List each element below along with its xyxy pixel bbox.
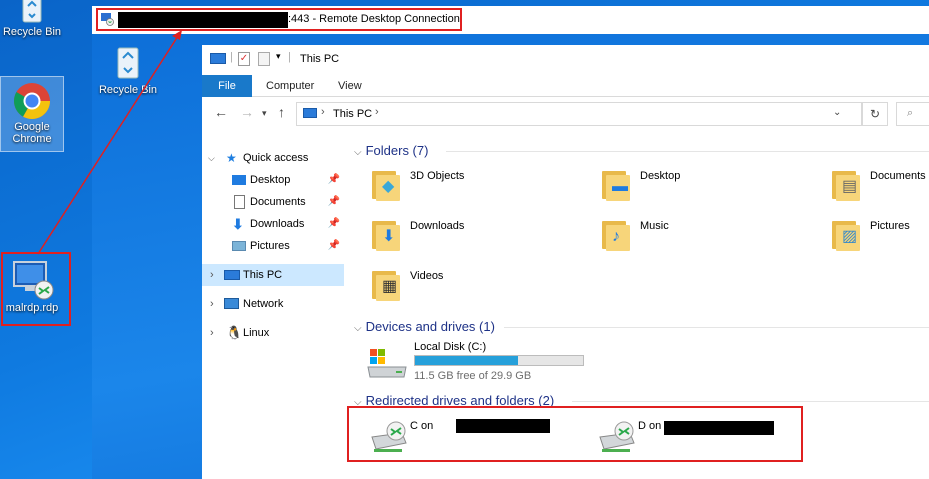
- nav-desktop-label: Desktop: [250, 174, 291, 186]
- address-dropdown-icon[interactable]: ⌄: [833, 107, 841, 118]
- nav-pictures[interactable]: Pictures 📌: [202, 235, 344, 257]
- back-arrow-icon[interactable]: ←: [214, 104, 228, 120]
- annotation-box-redirected: [347, 406, 803, 462]
- new-folder-icon[interactable]: [258, 52, 270, 66]
- nav-this-pc[interactable]: › This PC: [202, 264, 344, 286]
- downloads-folder-icon: ⬇: [370, 217, 404, 251]
- nav-documents-label: Documents: [250, 196, 306, 208]
- drive-usage-fill: [415, 356, 519, 365]
- quick-access-toolbar: | ✓ ▾ | This PC: [202, 45, 929, 73]
- pictures-icon: [232, 241, 246, 251]
- forward-arrow-icon[interactable]: →: [240, 104, 254, 120]
- nav-quick-access[interactable]: ⌵ ★ Quick access: [202, 147, 344, 169]
- chevron-right-icon[interactable]: ›: [210, 264, 214, 286]
- drive-local-c[interactable]: Local Disk (C:) 11.5 GB free of 29.9 GB: [366, 341, 606, 383]
- documents-icon: [234, 195, 245, 209]
- folder-label: Pictures: [870, 220, 910, 232]
- up-arrow-icon[interactable]: ↑: [278, 104, 285, 120]
- pictures-folder-icon: ▨: [830, 217, 864, 251]
- nav-this-pc-label: This PC: [243, 269, 283, 281]
- pin-icon[interactable]: 📌: [328, 191, 340, 213]
- chevron-down-icon: ⌵: [354, 323, 362, 334]
- download-arrow-icon: ⬇: [232, 216, 244, 232]
- folder-label: Videos: [410, 270, 444, 282]
- refresh-button[interactable]: ↻: [862, 102, 888, 126]
- nav-linux-label: Linux: [243, 327, 270, 339]
- recent-dropdown-icon[interactable]: ▾: [262, 108, 267, 119]
- music-folder-icon: ♪: [600, 217, 634, 251]
- group-devices-label: Devices and drives (1): [365, 319, 495, 334]
- folder-label: Downloads: [410, 220, 465, 232]
- nav-downloads-label: Downloads: [250, 218, 305, 230]
- tab-view[interactable]: View: [338, 75, 362, 97]
- customize-qat-icon[interactable]: ▾: [276, 51, 281, 62]
- nav-network-label: Network: [243, 298, 284, 310]
- search-icon: ⌕: [907, 107, 914, 119]
- drive-free-space: 11.5 GB free of 29.9 GB: [414, 370, 532, 382]
- nav-downloads[interactable]: ⬇ Downloads 📌: [202, 213, 344, 235]
- folder-pictures[interactable]: ▨ Pictures: [830, 217, 929, 261]
- documents-folder-icon: ▤: [830, 167, 864, 201]
- this-pc-icon: [224, 270, 240, 280]
- desktop-icon: [232, 175, 246, 185]
- nav-network[interactable]: › Network: [202, 293, 344, 315]
- folder-downloads[interactable]: ⬇ Downloads: [370, 217, 570, 261]
- window-title: This PC: [300, 53, 340, 65]
- nav-linux[interactable]: › 🐧 Linux: [202, 322, 344, 344]
- properties-icon[interactable]: ✓: [238, 52, 250, 66]
- linux-penguin-icon: 🐧: [226, 325, 243, 340]
- chevron-down-icon[interactable]: ⌵: [208, 147, 215, 169]
- breadcrumb-separator: ›: [375, 106, 379, 118]
- folder-label: Documents: [870, 170, 926, 182]
- pin-icon[interactable]: 📌: [328, 169, 340, 191]
- folder-label: 3D Objects: [410, 170, 465, 182]
- address-bar[interactable]: › This PC › ⌄: [296, 102, 862, 126]
- drive-usage-bar: [414, 355, 584, 366]
- hard-drive-icon: [367, 349, 407, 378]
- computer-icon: [210, 53, 226, 64]
- folder-desktop[interactable]: ▬ Desktop: [600, 167, 800, 211]
- chevron-down-icon: ⌵: [354, 147, 362, 158]
- folder-videos[interactable]: ▦ Videos: [370, 267, 570, 311]
- pin-icon[interactable]: 📌: [328, 235, 340, 257]
- group-header-folders[interactable]: ⌵ Folders (7): [354, 143, 929, 158]
- group-folders-label: Folders (7): [365, 143, 429, 158]
- group-header-devices[interactable]: ⌵ Devices and drives (1): [354, 319, 929, 334]
- nav-pictures-label: Pictures: [250, 240, 290, 252]
- chevron-right-icon[interactable]: ›: [210, 322, 214, 344]
- folder-music[interactable]: ♪ Music: [600, 217, 800, 261]
- nav-documents[interactable]: Documents 📌: [202, 191, 344, 213]
- breadcrumb-separator: ›: [321, 106, 325, 118]
- network-icon: [224, 298, 239, 309]
- pin-icon[interactable]: 📌: [328, 213, 340, 235]
- videos-folder-icon: ▦: [370, 267, 404, 301]
- nav-desktop[interactable]: Desktop 📌: [202, 169, 344, 191]
- desktop-folder-icon: ▬: [600, 167, 634, 201]
- ribbon-tabs: File Computer View: [202, 75, 929, 97]
- tab-computer[interactable]: Computer: [266, 75, 314, 97]
- tab-file[interactable]: File: [202, 75, 252, 97]
- folder-label: Music: [640, 220, 669, 232]
- address-row: ← → ▾ ↑ › This PC › ⌄ ↻ ⌕: [202, 100, 929, 128]
- this-pc-icon: [303, 108, 317, 118]
- navigation-pane: ⌵ ★ Quick access Desktop 📌 Documents 📌 ⬇…: [202, 143, 344, 479]
- nav-quick-access-label: Quick access: [243, 152, 309, 164]
- drive-name: Local Disk (C:): [414, 341, 487, 353]
- folder-3d-objects[interactable]: ◆ 3D Objects: [370, 167, 570, 211]
- folder-label: Desktop: [640, 170, 681, 182]
- breadcrumb-this-pc[interactable]: This PC: [333, 108, 372, 120]
- 3d-objects-folder-icon: ◆: [370, 167, 404, 201]
- folder-documents[interactable]: ▤ Documents: [830, 167, 929, 211]
- search-box[interactable]: ⌕: [896, 102, 929, 126]
- star-icon: ★: [226, 151, 237, 165]
- chevron-right-icon[interactable]: ›: [210, 293, 214, 315]
